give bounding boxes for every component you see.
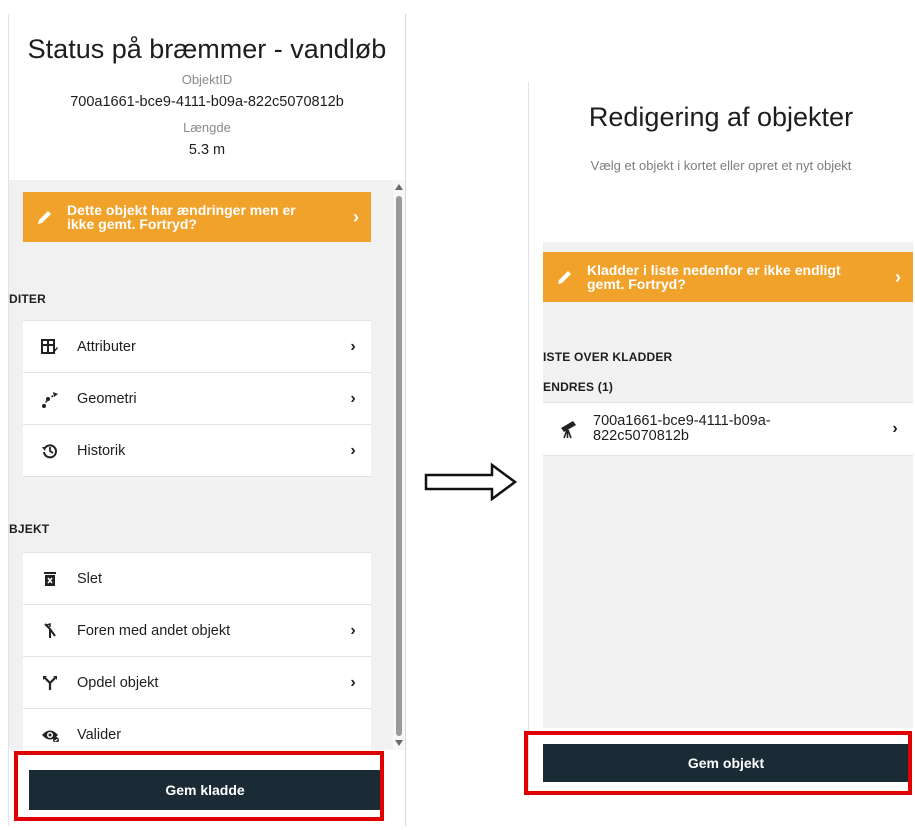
- unsaved-drafts-text: Kladder i liste nedenfor er ikke endligt…: [587, 262, 841, 292]
- pencil-icon: [543, 268, 587, 286]
- menu-item-foren[interactable]: Foren med andet objekt ›: [23, 605, 371, 657]
- gem-kladde-button[interactable]: Gem kladde: [29, 770, 381, 810]
- scroll-down-icon[interactable]: [395, 740, 403, 746]
- history-icon: [23, 442, 77, 460]
- menu-item-label: Valider: [77, 726, 122, 743]
- unsaved-changes-banner[interactable]: Dette objekt har ændringer men er ikke g…: [23, 192, 371, 242]
- attributes-icon: [23, 338, 77, 355]
- object-title: Status på bræmmer - vandløb: [27, 34, 387, 64]
- rediger-menu: Attributer › Geometri › Historik ›: [23, 320, 371, 477]
- menu-item-label: Foren med andet objekt: [77, 622, 231, 639]
- drafts-subtitle: Vælg et objekt i kortet eller opret et n…: [590, 158, 852, 173]
- chevron-right-icon: ›: [353, 206, 359, 227]
- objekt-id-value: 700a1661-bce9-4111-b09a-822c5070812b: [70, 94, 344, 110]
- pencil-icon: [23, 208, 67, 226]
- object-edit-panel: Status på bræmmer - vandløb ObjektID 700…: [8, 14, 406, 826]
- menu-item-label: Opdel objekt: [77, 674, 159, 691]
- draft-item-label: 700a1661-bce9-4111-b09a- 822c5070812b: [593, 413, 771, 444]
- objekt-menu: Slet Foren med andet objekt › Opdel obje…: [23, 552, 371, 750]
- menu-item-slet[interactable]: Slet: [23, 553, 371, 605]
- eye-check-icon: [23, 728, 77, 742]
- menu-item-label: Attributer: [77, 338, 136, 355]
- geometry-icon: [23, 390, 77, 408]
- menu-item-attributer[interactable]: Attributer ›: [23, 321, 371, 373]
- menu-item-label: Slet: [77, 570, 102, 587]
- chevron-right-icon: ›: [350, 673, 356, 691]
- scrollbar[interactable]: [393, 180, 405, 750]
- scroll-thumb[interactable]: [396, 196, 402, 736]
- drafts-title: Redigering af objekter: [588, 102, 854, 132]
- chevron-right-icon: ›: [895, 266, 901, 287]
- unsaved-drafts-banner[interactable]: Kladder i liste nedenfor er ikke endligt…: [543, 252, 913, 302]
- chevron-right-icon: ›: [350, 441, 356, 459]
- menu-item-geometri[interactable]: Geometri ›: [23, 373, 371, 425]
- chevron-right-icon: ›: [892, 420, 898, 437]
- telescope-icon: [543, 419, 593, 439]
- drafts-list-area: Kladder i liste nedenfor er ikke endligt…: [543, 242, 913, 728]
- object-actions-scroll: Dette objekt har ændringer men er ikke g…: [9, 180, 393, 750]
- length-label: Længde: [183, 120, 231, 135]
- trash-icon: [23, 571, 77, 587]
- unsaved-changes-text: Dette objekt har ændringer men er ikke g…: [67, 202, 296, 232]
- chevron-right-icon: ›: [350, 389, 356, 407]
- section-objekt-label: BJEKT: [9, 522, 50, 536]
- menu-item-opdel[interactable]: Opdel objekt ›: [23, 657, 371, 709]
- section-list-label: ISTE OVER KLADDER: [543, 350, 673, 364]
- chevron-right-icon: ›: [350, 621, 356, 639]
- group-label: ENDRES (1): [543, 380, 614, 394]
- section-rediger-label: DITER: [9, 292, 46, 306]
- menu-item-valider[interactable]: Valider: [23, 709, 371, 750]
- merge-icon: [23, 622, 77, 639]
- object-header: Status på bræmmer - vandløb ObjektID 700…: [9, 14, 405, 180]
- transition-arrow-icon: [424, 462, 518, 507]
- save-area: Gem objekt: [543, 728, 913, 798]
- length-value: 5.3 m: [188, 142, 226, 158]
- drafts-panel: Redigering af objekter Vælg et objekt i …: [528, 82, 913, 798]
- scroll-up-icon[interactable]: [395, 184, 403, 190]
- menu-item-label: Historik: [77, 442, 126, 459]
- objekt-id-label: ObjektID: [181, 72, 233, 87]
- draft-list-item[interactable]: 700a1661-bce9-4111-b09a- 822c5070812b ›: [543, 402, 913, 456]
- save-area: Gem kladde: [9, 750, 405, 826]
- menu-item-historik[interactable]: Historik ›: [23, 425, 371, 477]
- gem-objekt-button[interactable]: Gem objekt: [543, 744, 909, 782]
- menu-item-label: Geometri: [77, 390, 137, 407]
- chevron-right-icon: ›: [350, 337, 356, 355]
- split-icon: [23, 675, 77, 691]
